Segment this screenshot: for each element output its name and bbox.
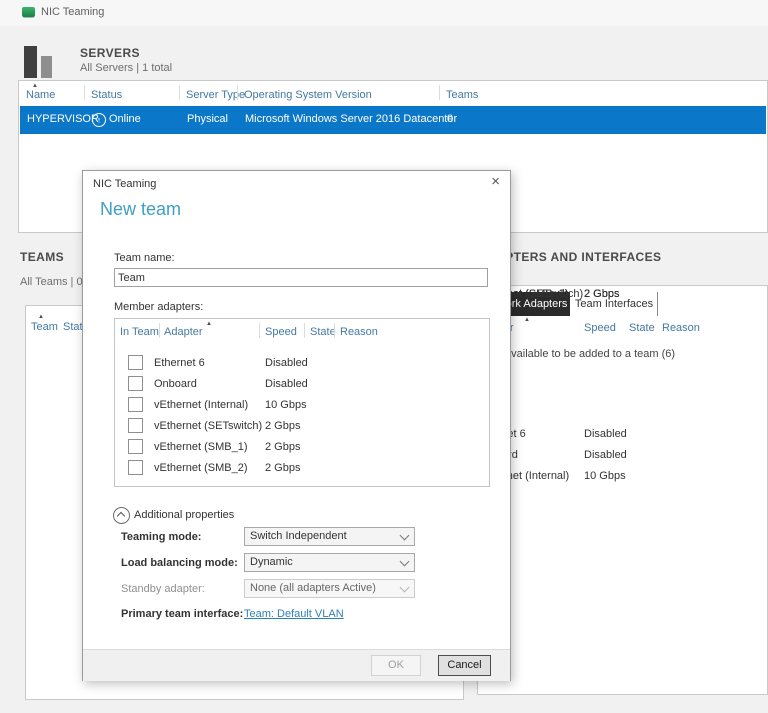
- teams-col-team[interactable]: Team: [31, 321, 58, 333]
- adapters-col-reason[interactable]: Reason: [662, 322, 700, 334]
- server-teams-count: 0: [447, 113, 454, 125]
- in-team-checkbox[interactable]: [128, 397, 143, 412]
- load-balancing-mode-select[interactable]: Dynamic: [244, 553, 415, 572]
- chevron-down-icon: [399, 530, 410, 541]
- member-adapter-name: vEthernet (Internal): [154, 399, 249, 411]
- adapter-list-item[interactable]: Onboard Disabled: [475, 447, 767, 468]
- in-team-checkbox[interactable]: [128, 460, 143, 475]
- servers-tile-icon: [41, 56, 52, 78]
- servers-subtitle: All Servers | 1 total: [80, 62, 173, 74]
- nic-teaming-app-icon: [22, 7, 35, 17]
- servers-col-name[interactable]: Name: [26, 89, 55, 101]
- primary-team-interface-label: Primary team interface:: [121, 608, 244, 620]
- member-adapters-table: In Team Adapter ▲ Speed State Reason Eth…: [114, 318, 490, 487]
- member-adapter-name: vEthernet (SMB_1): [154, 441, 248, 453]
- chevron-down-icon: [399, 582, 410, 593]
- servers-heading: SERVERS: [80, 46, 140, 60]
- adapter-speed: Disabled: [584, 428, 627, 440]
- member-adapter-name: Onboard: [154, 378, 197, 390]
- member-adapter-row[interactable]: vEthernet (Internal) 10 Gbps: [115, 396, 489, 417]
- member-adapter-name: vEthernet (SMB_2): [154, 462, 248, 474]
- chevron-up-icon: [116, 511, 126, 521]
- in-team-checkbox[interactable]: [128, 439, 143, 454]
- dialog-footer: OK Cancel: [83, 649, 510, 681]
- member-col-speed[interactable]: Speed: [265, 326, 297, 338]
- ok-button: OK: [371, 655, 421, 676]
- new-team-dialog: NIC Teaming × New team Team name: Member…: [82, 170, 511, 681]
- cancel-button[interactable]: Cancel: [438, 655, 491, 676]
- member-col-state[interactable]: State: [310, 326, 336, 338]
- load-balancing-value: Dynamic: [250, 556, 293, 568]
- member-adapter-row[interactable]: vEthernet (SMB_1) 2 Gbps: [115, 438, 489, 459]
- in-team-checkbox[interactable]: [128, 418, 143, 433]
- member-adapter-row[interactable]: Onboard Disabled: [115, 375, 489, 396]
- member-adapter-speed: 2 Gbps: [265, 441, 301, 453]
- member-col-adapter[interactable]: Adapter: [164, 326, 203, 338]
- load-balancing-mode-label: Load balancing mode:: [121, 557, 238, 569]
- server-name: HYPERVISOR: [27, 113, 99, 125]
- servers-col-os-version[interactable]: Operating System Version: [244, 89, 372, 101]
- additional-properties-label: Additional properties: [134, 509, 235, 521]
- server-type: Physical: [187, 113, 228, 125]
- in-team-checkbox[interactable]: [128, 355, 143, 370]
- adapter-list-item[interactable]: Ethernet 6 Disabled: [475, 426, 767, 447]
- member-col-in-team[interactable]: In Team: [120, 326, 159, 338]
- servers-col-status[interactable]: Status: [91, 89, 122, 101]
- member-adapter-speed: 2 Gbps: [265, 420, 301, 432]
- teaming-mode-select[interactable]: Switch Independent: [244, 527, 415, 546]
- member-adapter-row[interactable]: vEthernet (SETswitch) 2 Gbps: [115, 417, 489, 438]
- member-adapter-speed: 2 Gbps: [265, 462, 301, 474]
- window-titlebar: NIC Teaming: [0, 0, 768, 26]
- servers-col-teams[interactable]: Teams: [446, 89, 478, 101]
- standby-adapter-label: Standby adapter:: [121, 583, 205, 595]
- member-adapter-name: vEthernet (SETswitch): [154, 420, 263, 432]
- standby-adapter-select: None (all adapters Active): [244, 579, 415, 598]
- team-name-input[interactable]: [114, 268, 488, 287]
- adapters-col-state[interactable]: State: [629, 322, 655, 334]
- teaming-mode-value: Switch Independent: [250, 530, 347, 542]
- standby-adapter-value: None (all adapters Active): [250, 582, 376, 594]
- server-status: Online: [109, 113, 141, 125]
- adapter-list-item[interactable]: vEthernet (SMB_2) 2 Gbps: [475, 286, 767, 307]
- teams-heading: TEAMS: [20, 250, 64, 264]
- additional-properties-expander[interactable]: [113, 507, 130, 524]
- adapter-speed: 10 Gbps: [584, 470, 626, 482]
- adapters-col-speed[interactable]: Speed: [584, 322, 616, 334]
- primary-team-interface-link[interactable]: Team: Default VLAN: [244, 608, 344, 620]
- chevron-down-icon: [399, 556, 410, 567]
- close-icon[interactable]: ×: [491, 173, 500, 190]
- teaming-mode-label: Teaming mode:: [121, 531, 202, 543]
- sort-asc-icon: ▲: [206, 321, 212, 327]
- servers-tile-icon: [24, 46, 37, 78]
- teams-subtitle: All Teams | 0: [20, 276, 83, 288]
- adapter-speed: Disabled: [584, 449, 627, 461]
- adapter-speed: 2 Gbps: [584, 288, 620, 300]
- dialog-heading: New team: [100, 199, 182, 219]
- in-team-checkbox[interactable]: [128, 376, 143, 391]
- member-adapter-row[interactable]: vEthernet (SMB_2) 2 Gbps: [115, 459, 489, 480]
- member-adapter-speed: Disabled: [265, 378, 308, 390]
- member-adapter-speed: Disabled: [265, 357, 308, 369]
- window-title: NIC Teaming: [41, 6, 105, 18]
- server-online-icon: ↑: [92, 113, 106, 127]
- adapter-list-item[interactable]: vEthernet (Internal) 10 Gbps: [475, 468, 767, 489]
- member-adapter-name: Ethernet 6: [154, 357, 205, 369]
- member-col-reason[interactable]: Reason: [340, 326, 378, 338]
- member-adapter-row[interactable]: Ethernet 6 Disabled: [115, 354, 489, 375]
- server-row-hypervisor[interactable]: HYPERVISOR ↑ Online Physical Microsoft W…: [20, 106, 766, 134]
- adapters-group-label: Available to be added to a team (6): [504, 348, 676, 360]
- member-adapter-speed: 10 Gbps: [265, 399, 307, 411]
- dialog-title: NIC Teaming: [93, 178, 157, 190]
- adapters-table: Network Adapters Team Interfaces ▲ Adapt…: [475, 285, 768, 695]
- member-adapters-label: Member adapters:: [114, 301, 204, 313]
- sort-asc-icon: ▲: [524, 317, 530, 323]
- sort-asc-icon: ▲: [38, 314, 44, 320]
- server-os-version: Microsoft Windows Server 2016 Datacenter: [245, 113, 458, 125]
- team-name-label: Team name:: [114, 252, 175, 264]
